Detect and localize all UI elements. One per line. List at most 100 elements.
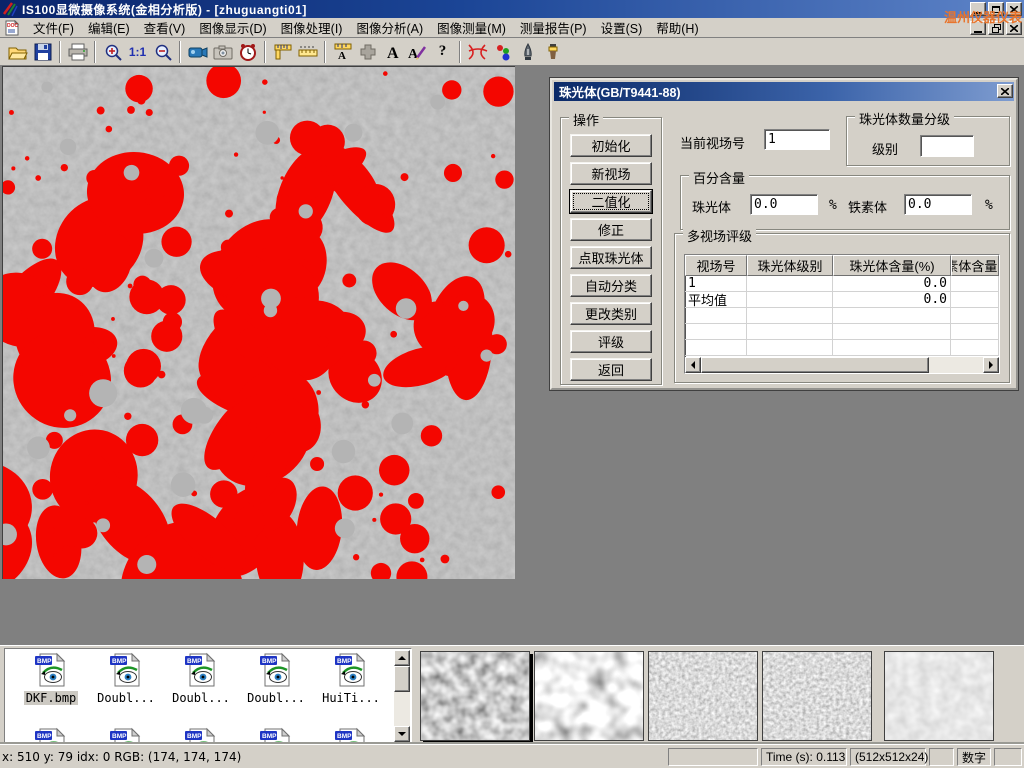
dialog-close-button[interactable] [997,84,1013,98]
file-name[interactable]: Doubl... [170,691,232,705]
file-item[interactable]: BMP [165,727,237,743]
zoom-out-button[interactable] [150,40,175,64]
menu-image-display[interactable]: 图像显示(D) [192,16,273,39]
pearlite-percent-input[interactable]: 0.0 [750,194,818,215]
menu-image-analysis[interactable]: 图像分析(A) [349,16,430,39]
file-name[interactable]: Doubl... [95,691,157,705]
classify-button[interactable] [490,40,515,64]
text-button[interactable]: A [380,40,405,64]
change-class-button[interactable]: 更改类别 [570,302,652,325]
curve-tool-button[interactable] [465,40,490,64]
caliper-measure-button[interactable] [270,40,295,64]
auto-classify-button[interactable]: 自动分类 [570,274,652,297]
col-pearlite-content[interactable]: 珠光体含量(%) [833,255,951,276]
pen-tool-button[interactable] [515,40,540,64]
document-icon[interactable]: DOC [4,20,20,36]
file-item[interactable]: BMP HuiTi... [315,652,387,705]
menu-view[interactable]: 查看(V) [137,16,193,39]
cell-pearlite-content: 0.0 [833,292,951,307]
col-field-no[interactable]: 视场号 [685,255,747,276]
new-field-button[interactable]: 新视场 [570,162,652,185]
file-item[interactable]: BMP [240,727,312,743]
hscroll-thumb[interactable] [701,357,929,373]
actual-size-button[interactable]: 1:1 [125,40,150,64]
svg-text:A: A [338,50,346,61]
file-browser[interactable]: BMP DKF.bmp BMP Doubl... BMP Doubl... BM… [4,648,412,743]
thumbnail-2[interactable] [534,651,644,741]
svg-text:BMP: BMP [37,733,52,740]
table-hscrollbar[interactable] [685,357,999,373]
table-row[interactable]: 1 0.0 [685,276,999,292]
calibrate-button[interactable]: A [330,40,355,64]
scroll-left-button[interactable] [685,357,701,373]
svg-text:BMP: BMP [262,658,277,665]
file-list-scrollbar[interactable] [394,650,410,742]
brush-tool-button[interactable] [540,40,565,64]
correct-button[interactable]: 修正 [570,218,652,241]
menu-settings[interactable]: 设置(S) [594,16,650,39]
file-item[interactable]: BMP Doubl... [165,652,237,705]
rating-table[interactable]: 视场号 珠光体级别 珠光体含量(%) 铁素体含量(%) 1 0.0 平均值 0.… [684,254,1000,374]
micrograph-image[interactable] [2,66,515,579]
video-capture-button[interactable] [185,40,210,64]
print-button[interactable] [65,40,90,64]
file-name[interactable]: Doubl... [245,691,307,705]
menu-help[interactable]: 帮助(H) [649,16,705,39]
file-name[interactable]: HuiTi... [320,691,382,705]
menu-file[interactable]: 文件(F) [26,16,81,39]
toolbar-separator [264,41,266,63]
annotate-edit-icon: A [408,43,428,61]
camera-capture-button[interactable] [210,40,235,64]
timer-button[interactable] [235,40,260,64]
hscroll-track[interactable] [929,357,983,373]
help-icon: ? [439,43,447,60]
file-item[interactable]: BMP [90,727,162,743]
grid-cross-button[interactable] [355,40,380,64]
annotate-button[interactable]: A [405,40,430,64]
col-pearlite-grade[interactable]: 珠光体级别 [747,255,833,276]
rate-button[interactable]: 评级 [570,330,652,353]
menu-image-process[interactable]: 图像处理(I) [274,16,350,39]
help-button[interactable]: ? [430,40,455,64]
scroll-up-button[interactable] [394,650,410,666]
thumbnail-3[interactable] [648,651,758,741]
menu-image-measure[interactable]: 图像测量(M) [430,16,513,39]
init-button[interactable]: 初始化 [570,134,652,157]
scroll-right-button[interactable] [983,357,999,373]
table-row[interactable]: 平均值 0.0 [685,292,999,308]
video-camera-icon [188,44,208,60]
print-icon [68,43,88,61]
scroll-down-button[interactable] [394,726,410,742]
thumbnail-5[interactable] [884,651,994,741]
app-logo-icon [2,1,18,17]
dialog-title-bar[interactable]: 珠光体(GB/T9441-88) [554,82,1014,101]
grade-input[interactable] [920,135,974,157]
menu-measure-report[interactable]: 测量报告(P) [513,16,594,39]
vscroll-thumb[interactable] [394,666,410,692]
bmp-file-icon: BMP [334,652,368,688]
file-item[interactable]: BMP [315,727,387,743]
cell-grade [747,292,833,307]
pearlite-dialog: 珠光体(GB/T9441-88) 操作 初始化 新视场 二值化 修正 点取珠光体… [550,78,1018,390]
menu-bar: DOC 文件(F) 编辑(E) 查看(V) 图像显示(D) 图像处理(I) 图像… [0,18,1024,38]
menu-edit[interactable]: 编辑(E) [81,16,137,39]
file-item[interactable]: BMP [15,727,87,743]
binarize-button[interactable]: 二值化 [570,190,652,213]
zoom-in-button[interactable] [100,40,125,64]
current-field-input[interactable]: 1 [764,129,830,150]
pick-pearlite-button[interactable]: 点取珠光体 [570,246,652,269]
save-button[interactable] [30,40,55,64]
svg-text:BMP: BMP [37,658,52,665]
open-file-button[interactable] [5,40,30,64]
ferrite-percent-input[interactable]: 0.0 [904,194,972,215]
file-item[interactable]: BMP DKF.bmp [15,652,87,705]
col-ferrite-content[interactable]: 铁素体含量(%) [951,255,999,276]
cursor-info: x: 510 y: 79 idx: 0 RGB: (174, 174, 174) [2,750,241,764]
ruler-measure-button[interactable] [295,40,320,64]
file-item[interactable]: BMP Doubl... [90,652,162,705]
thumbnail-4[interactable] [762,651,872,741]
return-button[interactable]: 返回 [570,358,652,381]
file-name[interactable]: DKF.bmp [24,691,79,705]
thumbnail-1[interactable] [420,651,530,741]
file-item[interactable]: BMP Doubl... [240,652,312,705]
